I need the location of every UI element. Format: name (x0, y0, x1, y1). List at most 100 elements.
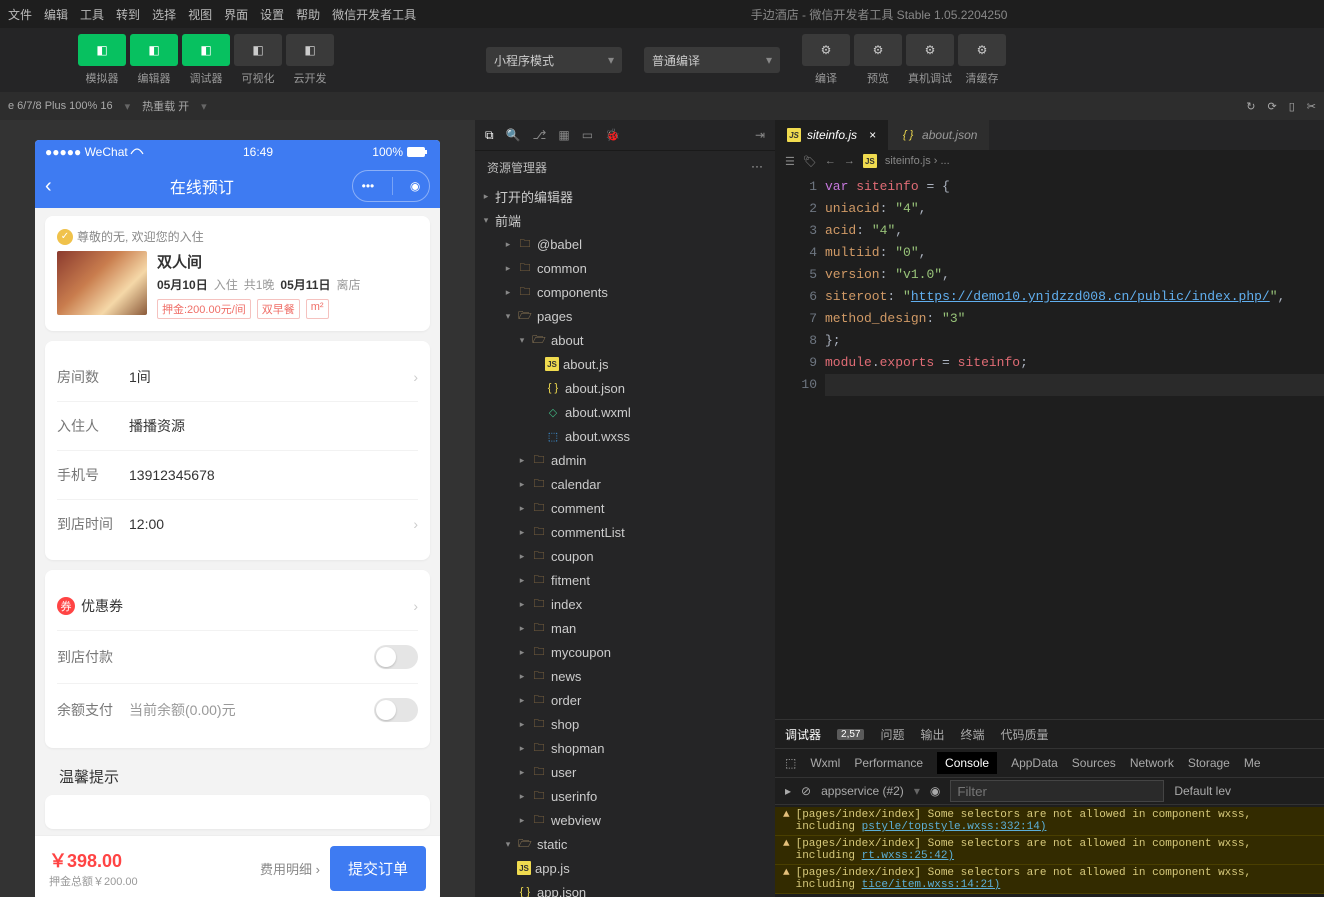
dt-subtab[interactable]: Storage (1188, 756, 1230, 770)
dt-tab[interactable]: 调试器 (785, 726, 821, 743)
collapse-icon[interactable]: ⇥ (755, 128, 765, 142)
eye-icon[interactable]: ◉ (930, 784, 940, 798)
files-icon[interactable]: ⧉ (485, 128, 494, 143)
tree-item[interactable]: ▸🗀index (475, 592, 775, 616)
breadcrumb[interactable]: ☰ 🏷 ← → JS siteinfo.js › ... (775, 150, 1324, 172)
compile-select[interactable]: 普通编译▾ (644, 47, 780, 73)
tree-item[interactable]: ▸🗀shop (475, 712, 775, 736)
target-icon[interactable]: ◉ (410, 179, 420, 193)
stop-icon[interactable]: ▸ (785, 784, 791, 798)
grid-icon[interactable]: ▦ (558, 128, 569, 142)
search-icon[interactable]: 🔍 (506, 128, 521, 142)
menu-item[interactable]: 选择 (152, 8, 176, 22)
menu-item[interactable]: 文件 (8, 8, 32, 22)
submit-button[interactable]: 提交订单 (330, 846, 426, 891)
tree-item[interactable]: ▸🗀fitment (475, 568, 775, 592)
dt-subtab[interactable]: Network (1130, 756, 1174, 770)
menu-item[interactable]: 帮助 (296, 8, 320, 22)
coupon-row[interactable]: 券 优惠券 › (57, 582, 418, 631)
tree-item[interactable]: { }about.json (475, 376, 775, 400)
tree-item[interactable]: ▸🗀user (475, 760, 775, 784)
mode-select[interactable]: 小程序模式▾ (486, 47, 622, 73)
clear-icon[interactable]: ⊘ (801, 784, 811, 798)
dt-subtab[interactable]: Sources (1072, 756, 1116, 770)
cloud-icon[interactable]: ◧ (286, 34, 334, 66)
toggle[interactable] (374, 698, 418, 722)
debug-icon[interactable]: 🐞 (605, 128, 620, 142)
code-icon[interactable]: ◧ (130, 34, 178, 66)
tree-item[interactable]: ▸🗀admin (475, 448, 775, 472)
tree-item[interactable]: ▸🗀common (475, 256, 775, 280)
compile-icon[interactable]: ⚙ (802, 34, 850, 66)
tree-item[interactable]: ▸🗀calendar (475, 472, 775, 496)
scroll-content[interactable]: ✓尊敬的无, 欢迎您的入住 双人间 05月10日入住 共1晚 05月11日离店 … (35, 208, 440, 835)
dt-subtab[interactable]: Performance (854, 756, 923, 770)
tree-item[interactable]: ▸🗀man (475, 616, 775, 640)
menu-item[interactable]: 设置 (260, 8, 284, 22)
tree-item[interactable]: ▾🗁static (475, 832, 775, 856)
menu-item[interactable]: 界面 (224, 8, 248, 22)
editor-tab[interactable]: { }about.json (888, 120, 989, 150)
device-select[interactable]: e 6/7/8 Plus 100% 16 (8, 100, 113, 112)
tree-item[interactable]: ▸🗀userinfo (475, 784, 775, 808)
refresh-icon[interactable]: ↻ (1246, 100, 1255, 113)
device-icon[interactable]: ▯ (1289, 100, 1295, 113)
dt-subtab[interactable]: Wxml (810, 756, 840, 770)
tree-item[interactable]: ⬚about.wxss (475, 424, 775, 448)
form-row[interactable]: 入住人播播资源 (57, 402, 418, 451)
tree-section[interactable]: ▾前端 (475, 208, 775, 232)
filter-input[interactable] (950, 780, 1164, 802)
tree-item[interactable]: ▸🗀shopman (475, 736, 775, 760)
menu-item[interactable]: 编辑 (44, 8, 68, 22)
form-row[interactable]: 手机号13912345678 (57, 451, 418, 500)
tree-item[interactable]: JSabout.js (475, 352, 775, 376)
layout-icon[interactable]: ☰ (785, 155, 795, 168)
form-row[interactable]: 到店时间12:00› (57, 500, 418, 548)
dt-subtab[interactable]: Console (937, 752, 997, 774)
tree-item[interactable]: { }app.json (475, 880, 775, 897)
tree-item[interactable]: ▸🗀@babel (475, 232, 775, 256)
tree-item[interactable]: ▸🗀webview (475, 808, 775, 832)
tree-item[interactable]: ▸🗀mycoupon (475, 640, 775, 664)
branch-icon[interactable]: ⎇ (533, 128, 547, 142)
menu-item[interactable]: 微信开发者工具 (332, 8, 416, 22)
console-warning[interactable]: ▲[pages/index/index] Some selectors are … (775, 836, 1324, 865)
console-output[interactable]: ▲[pages/index/index] Some selectors are … (775, 805, 1324, 897)
levels-select[interactable]: Default lev (1174, 784, 1231, 798)
menu-item[interactable]: 工具 (80, 8, 104, 22)
bookmark-icon[interactable]: 🏷 (803, 155, 817, 168)
bug-icon[interactable]: ◧ (182, 34, 230, 66)
menu-item[interactable]: 转到 (116, 8, 140, 22)
menu-icon[interactable]: ••• (362, 179, 375, 193)
dt-tab[interactable]: 输出 (921, 726, 945, 743)
dt-tab[interactable]: 问题 (880, 726, 904, 743)
tree-item[interactable]: JSapp.js (475, 856, 775, 880)
detail-link[interactable]: 费用明细 › (260, 859, 320, 878)
code-editor[interactable]: 12345678910 var siteinfo = { uniacid: "4… (775, 172, 1324, 719)
cut-icon[interactable]: ✂ (1307, 100, 1316, 113)
console-warning[interactable]: ▲[pages/index/index] Some selectors are … (775, 807, 1324, 836)
layout-icon[interactable]: ◧ (234, 34, 282, 66)
dt-subtab[interactable]: Me (1244, 756, 1261, 770)
file-tree[interactable]: ▸打开的编辑器▾前端▸🗀@babel▸🗀common▸🗀components ▾🗁… (475, 184, 775, 897)
remote-icon[interactable]: ⚙ (906, 34, 954, 66)
dt-tab[interactable]: 代码质量 (1001, 726, 1049, 743)
preview-icon[interactable]: ⚙ (854, 34, 902, 66)
capsule[interactable]: ••• ◉ (352, 170, 430, 202)
fwd-nav-icon[interactable]: → (844, 155, 855, 167)
tree-item[interactable]: ▸🗀components (475, 280, 775, 304)
tree-item[interactable]: ▸🗀comment (475, 496, 775, 520)
dt-subtab[interactable]: AppData (1011, 756, 1058, 770)
phone-icon[interactable]: ◧ (78, 34, 126, 66)
tree-section[interactable]: ▸打开的编辑器 (475, 184, 775, 208)
more-icon[interactable]: ··· (751, 159, 763, 176)
toggle[interactable] (374, 645, 418, 669)
close-icon[interactable]: × (869, 128, 876, 142)
console-warning[interactable]: ▲[pages/index/index] Some selectors are … (775, 865, 1324, 894)
back-nav-icon[interactable]: ← (825, 155, 836, 167)
rotate-icon[interactable]: ⟳ (1268, 100, 1277, 113)
tree-item[interactable]: ▾🗁about (475, 328, 775, 352)
menu-item[interactable]: 视图 (188, 8, 212, 22)
terminal-icon[interactable]: ▭ (582, 128, 593, 142)
tree-item[interactable]: ▸🗀news (475, 664, 775, 688)
